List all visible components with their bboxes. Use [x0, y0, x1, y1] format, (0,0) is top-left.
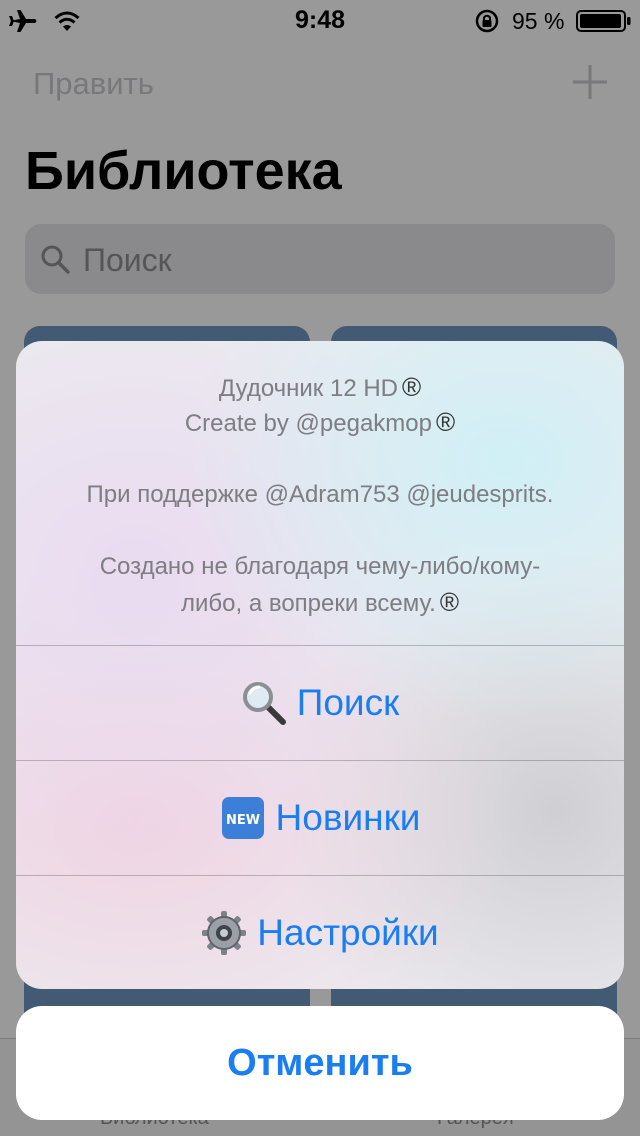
battery-icon: [576, 10, 631, 32]
battery-percent: 95 %: [512, 8, 565, 34]
cancel-button-label: Отменить: [227, 1041, 413, 1084]
orientation-lock-icon: [475, 9, 499, 33]
search-action-label: Поиск: [296, 682, 400, 723]
action-sheet-message: Дудочник 12 HD ® Create by @pegakmop ® При…: [16, 341, 624, 645]
message-line-app-name: Дудочник 12 HD ®: [218, 372, 422, 402]
status-bar: 9:48 95 %: [0, 0, 640, 40]
settings-action-button[interactable]: Настройки: [16, 875, 624, 989]
search-action-button[interactable]: Поиск: [16, 645, 624, 760]
registered-icon: ®: [436, 407, 456, 437]
settings-action-label: Настройки: [257, 912, 439, 953]
svg-text:NEW: NEW: [225, 813, 259, 828]
registered-icon: ®: [402, 372, 422, 402]
message-line-motto-2: либо, а вопреки всему. ®: [181, 587, 459, 617]
message-line-support: При поддержке @Adram753 @jeudesprits.: [86, 481, 554, 508]
registered-icon: ®: [439, 587, 459, 617]
new-releases-action-label: Новинки: [275, 797, 421, 838]
cancel-button[interactable]: Отменить: [16, 1006, 624, 1120]
new-badge-emoji-icon: NEW: [221, 797, 264, 839]
message-line-motto-1: Создано не благодаря чему-либо/кому-: [99, 553, 541, 580]
magnifier-emoji-icon: [242, 682, 286, 725]
new-releases-action-button[interactable]: NEW Новинки: [16, 760, 624, 875]
gear-emoji-icon: [202, 911, 247, 955]
message-line-author: Create by @pegakmop ®: [184, 407, 456, 437]
action-sheet: Дудочник 12 HD ® Create by @pegakmop ® При…: [16, 341, 624, 989]
